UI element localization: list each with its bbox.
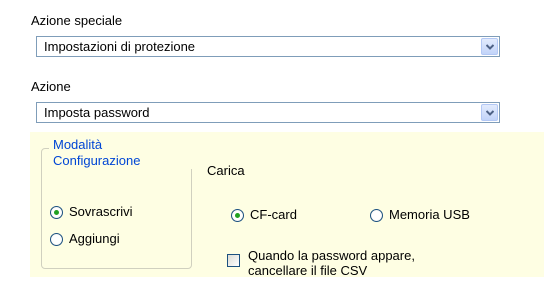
special-action-select[interactable]: Impostazioni di protezione xyxy=(36,36,500,57)
radio-checked-icon xyxy=(231,208,244,222)
radio-checked-icon xyxy=(50,205,63,219)
delete-csv-label: Quando la password appare, cancellare il… xyxy=(248,248,415,278)
usb-memory-label: Memoria USB xyxy=(389,207,470,222)
cf-card-label: CF-card xyxy=(250,207,297,222)
usb-memory-radio[interactable]: Memoria USB xyxy=(370,207,470,223)
action-value: Imposta password xyxy=(44,105,150,120)
radio-unchecked-icon xyxy=(50,232,63,246)
append-radio[interactable]: Aggiungi xyxy=(50,231,120,247)
overwrite-label: Sovrascrivi xyxy=(69,204,133,219)
checkbox-unchecked-icon xyxy=(227,254,240,267)
special-action-value: Impostazioni di protezione xyxy=(44,39,196,54)
append-label: Aggiungi xyxy=(69,231,120,246)
chevron-down-icon[interactable] xyxy=(481,104,498,121)
action-select[interactable]: Imposta password xyxy=(36,102,500,123)
special-action-label: Azione speciale xyxy=(31,13,123,28)
radio-unchecked-icon xyxy=(370,208,383,222)
action-label: Azione xyxy=(31,79,71,94)
overwrite-radio[interactable]: Sovrascrivi xyxy=(50,204,133,220)
delete-csv-line2: cancellare il file CSV xyxy=(248,263,368,278)
mode-group-title: Modalità Configurazione xyxy=(49,137,195,169)
delete-csv-checkbox[interactable]: Quando la password appare, cancellare il… xyxy=(227,248,415,278)
cf-card-radio[interactable]: CF-card xyxy=(231,207,297,223)
load-label: Carica xyxy=(207,163,245,178)
delete-csv-line1: Quando la password appare, xyxy=(248,248,415,263)
chevron-down-icon[interactable] xyxy=(481,38,498,55)
